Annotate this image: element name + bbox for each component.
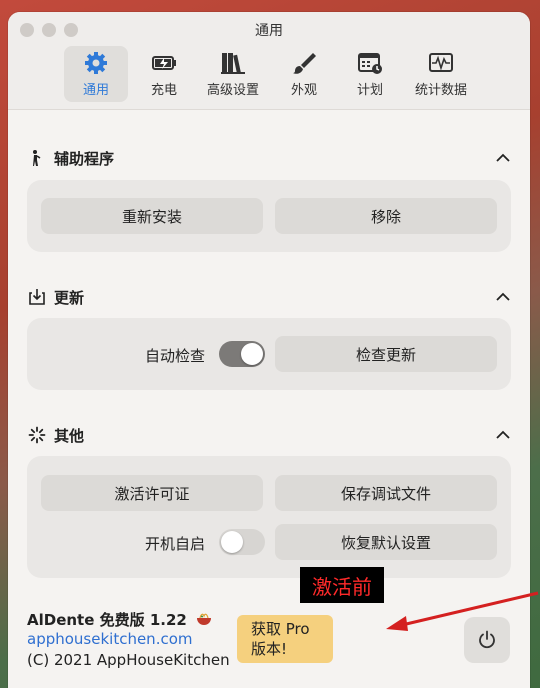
other-panel: 激活许可证 保存调试文件 开机自启 恢复默认设置 [27, 456, 511, 578]
get-pro-button[interactable]: 获取 Pro 版本! [237, 615, 333, 663]
restore-defaults-button[interactable]: 恢复默认设置 [275, 524, 497, 560]
gear-icon [85, 52, 107, 74]
helper-section-title: 辅助程序 [54, 150, 115, 168]
app-version: AlDente 免费版 1.22 [27, 609, 212, 630]
check-update-button[interactable]: 检查更新 [275, 336, 497, 372]
spinner-icon [28, 426, 46, 444]
tab-bar: 通用 充电 高级设置 外观 计划 统计数据 [8, 46, 530, 106]
annotation-label: 激活前 [300, 567, 384, 603]
website-link[interactable]: apphousekitchen.com [27, 630, 193, 648]
waveform-icon [429, 53, 453, 72]
auto-check-toggle[interactable] [219, 341, 265, 367]
auto-check-label: 自动检查 [145, 347, 206, 365]
helper-section-header: 辅助程序 [8, 147, 530, 171]
window-title: 通用 [255, 23, 283, 39]
remove-button[interactable]: 移除 [275, 198, 497, 234]
tab-statistics[interactable]: 统计数据 [408, 46, 474, 102]
tab-appearance[interactable]: 外观 [276, 46, 332, 102]
tab-general[interactable]: 通用 [64, 46, 128, 102]
annotation-arrow-icon [386, 591, 539, 631]
launch-at-login-toggle[interactable] [219, 529, 265, 555]
chevron-up-icon[interactable] [494, 426, 512, 444]
get-pro-label-line1: 获取 Pro [251, 620, 310, 638]
walking-figure-icon [33, 150, 41, 166]
tab-schedule[interactable]: 计划 [342, 46, 398, 102]
update-panel: 自动检查 检查更新 [27, 318, 511, 390]
download-icon [29, 289, 45, 305]
launch-at-login-label: 开机自启 [145, 535, 206, 553]
calendar-clock-icon [358, 53, 382, 74]
chevron-up-icon[interactable] [494, 149, 512, 167]
books-icon [221, 53, 245, 74]
chevron-up-icon[interactable] [494, 288, 512, 306]
reinstall-button[interactable]: 重新安装 [41, 198, 263, 234]
other-section-header: 其他 [8, 424, 530, 448]
update-section-title: 更新 [54, 289, 85, 307]
get-pro-label-line2: 版本! [251, 640, 288, 658]
helper-panel: 重新安装 移除 [27, 180, 511, 252]
save-debug-file-button[interactable]: 保存调试文件 [275, 475, 497, 511]
other-section-title: 其他 [54, 427, 85, 445]
toolbar: 通用 通用 充电 高级设置 外观 计划 统计数据 [8, 12, 530, 110]
paintbrush-icon [293, 53, 316, 74]
battery-icon [152, 56, 176, 70]
tab-charging[interactable]: 充电 [136, 46, 192, 102]
activate-license-button[interactable]: 激活许可证 [41, 475, 263, 511]
tab-advanced[interactable]: 高级设置 [200, 46, 266, 102]
copyright-text: (C) 2021 AppHouseKitchen [27, 651, 230, 669]
update-section-header: 更新 [8, 286, 530, 310]
pasta-icon [197, 613, 212, 625]
